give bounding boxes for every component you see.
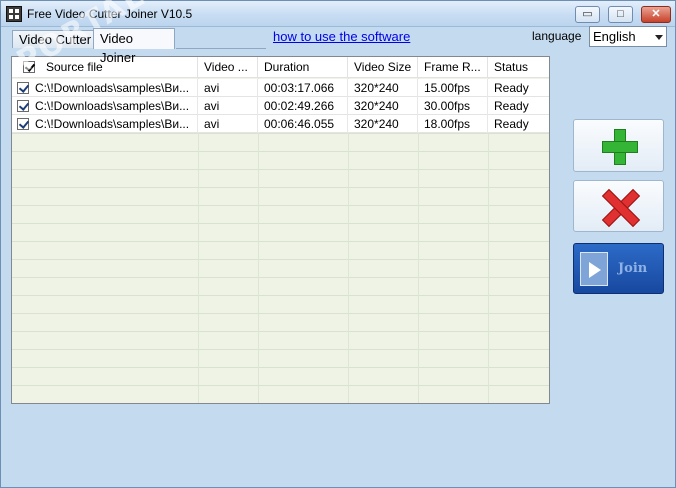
minimize-button[interactable]: ▭ <box>575 6 600 23</box>
table-row[interactable]: C:\!Downloads\samples\Ви... avi 00:06:46… <box>12 115 549 133</box>
join-button-label: Join <box>618 261 648 276</box>
app-icon <box>6 6 22 22</box>
remove-files-button[interactable] <box>573 180 664 232</box>
app-window: Free Video Cutter Joiner V10.5 ▭ □ ✕ Vid… <box>0 0 676 488</box>
close-button[interactable]: ✕ <box>641 6 671 23</box>
column-header-frame-rate[interactable]: Frame R... <box>418 57 488 78</box>
select-all-checkbox[interactable] <box>23 61 35 73</box>
cell-video-format: avi <box>198 97 258 115</box>
plus-icon <box>602 129 638 165</box>
tab-strip-divider <box>176 48 266 49</box>
cell-duration: 00:03:17.066 <box>258 79 348 97</box>
row-checkbox[interactable] <box>17 82 29 94</box>
tab-video-cutter[interactable]: Video Cutter <box>12 30 99 48</box>
window-title: Free Video Cutter Joiner V10.5 <box>27 7 193 21</box>
tab-video-joiner[interactable]: Video Joiner <box>93 28 175 65</box>
cell-source-file: C:\!Downloads\samples\Ви... <box>29 97 198 115</box>
file-list-table[interactable]: Source file Video ... Duration Video Siz… <box>11 56 550 404</box>
grid-lines <box>12 133 549 403</box>
join-button[interactable]: Join <box>573 243 664 294</box>
cell-status: Ready <box>494 117 529 131</box>
cell-source-file: C:\!Downloads\samples\Ви... <box>29 79 198 97</box>
cell-status: Ready <box>494 81 529 95</box>
add-files-button[interactable] <box>573 119 664 172</box>
cell-video-size: 320*240 <box>348 79 418 97</box>
chevron-down-icon <box>655 35 663 40</box>
cell-duration: 00:06:46.055 <box>258 115 348 133</box>
close-icon <box>602 189 638 225</box>
cell-frame-rate: 18.00fps <box>418 115 488 133</box>
column-header-status[interactable]: Status <box>488 57 549 78</box>
table-header: Source file Video ... Duration Video Siz… <box>12 57 549 78</box>
row-checkbox[interactable] <box>17 118 29 130</box>
cell-frame-rate: 15.00fps <box>418 79 488 97</box>
column-header-video-format[interactable]: Video ... <box>198 57 258 78</box>
cell-video-format: avi <box>198 79 258 97</box>
cell-frame-rate: 30.00fps <box>418 97 488 115</box>
title-bar: Free Video Cutter Joiner V10.5 ▭ □ ✕ <box>1 1 675 27</box>
cell-status: Ready <box>494 99 529 113</box>
row-checkbox[interactable] <box>17 100 29 112</box>
language-select[interactable]: English <box>589 26 667 47</box>
language-label: language <box>532 29 582 43</box>
table-row[interactable]: C:\!Downloads\samples\Ви... avi 00:03:17… <box>12 79 549 97</box>
maximize-button[interactable]: □ <box>608 6 633 23</box>
cell-video-size: 320*240 <box>348 115 418 133</box>
table-row[interactable]: C:\!Downloads\samples\Ви... avi 00:02:49… <box>12 97 549 115</box>
help-link[interactable]: how to use the software <box>273 29 410 44</box>
cell-duration: 00:02:49.266 <box>258 97 348 115</box>
language-selected-value: English <box>593 29 636 44</box>
video-join-icon <box>580 252 608 286</box>
column-header-video-size[interactable]: Video Size <box>348 57 418 78</box>
cell-video-size: 320*240 <box>348 97 418 115</box>
column-header-duration[interactable]: Duration <box>258 57 348 78</box>
cell-video-format: avi <box>198 115 258 133</box>
cell-source-file: C:\!Downloads\samples\Ви... <box>29 115 198 133</box>
